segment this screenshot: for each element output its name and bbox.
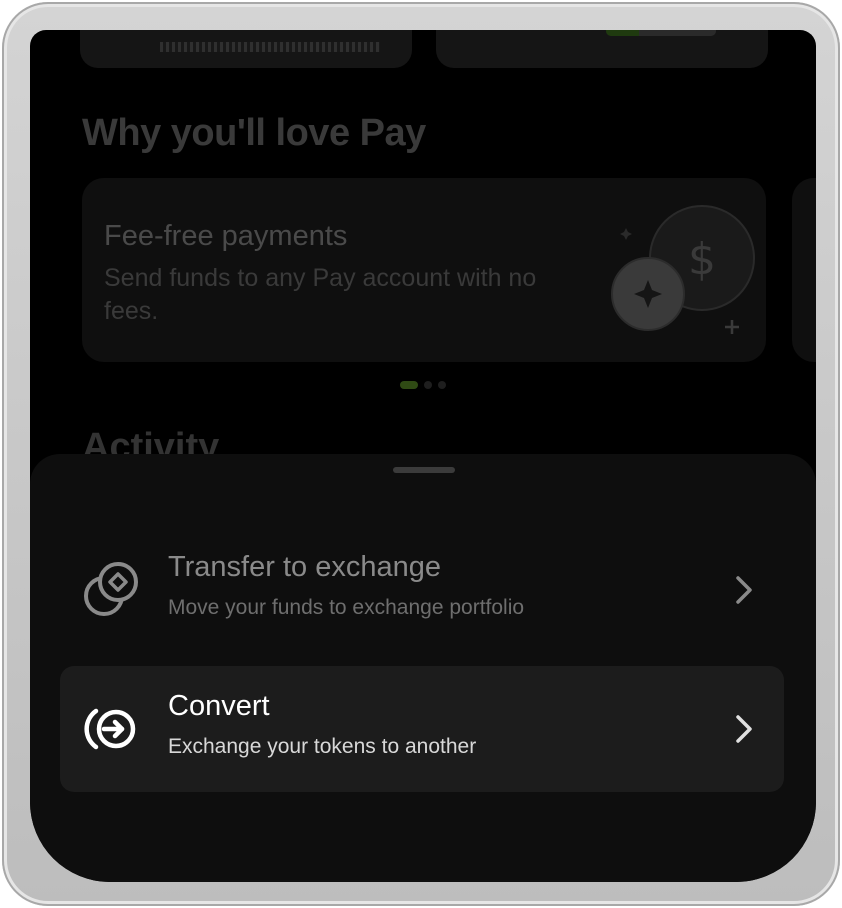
convert-icon <box>84 708 136 750</box>
card-progress-indicator <box>606 30 716 36</box>
option-title: Convert <box>168 690 270 722</box>
chevron-right-icon <box>736 576 752 604</box>
sheet-drag-handle[interactable] <box>393 467 455 473</box>
carousel-pager <box>400 381 446 389</box>
svg-text:$: $ <box>688 234 716 285</box>
coins-illustration-icon: $ <box>611 205 755 334</box>
option-subtitle: Exchange your tokens to another <box>168 735 477 758</box>
option-subtitle: Move your funds to exchange portfolio <box>168 596 525 619</box>
option-title: Transfer to exchange <box>168 551 441 583</box>
device-frame: Why you'll love Pay Fee-free payments Se… <box>2 2 840 906</box>
bottom-sheet: Transfer to exchange Move your funds to … <box>30 454 816 882</box>
pager-dot-active <box>400 381 418 389</box>
pager-dot <box>424 381 432 389</box>
feature-card[interactable]: Fee-free payments Send funds to any Pay … <box>82 178 766 362</box>
top-card-left <box>80 30 412 68</box>
convert-option[interactable]: Convert Exchange your tokens to another <box>60 666 784 792</box>
phone-screen: Why you'll love Pay Fee-free payments Se… <box>30 30 816 882</box>
top-card-right <box>436 30 768 68</box>
section-title: Why you'll love Pay <box>82 112 426 154</box>
feature-title: Fee-free payments <box>104 220 348 252</box>
card-pattern <box>160 42 380 52</box>
chevron-right-icon <box>736 715 752 743</box>
pager-dot <box>438 381 446 389</box>
transfer-coins-icon <box>84 562 138 616</box>
feature-card-next[interactable] <box>792 178 816 362</box>
transfer-to-exchange-option[interactable]: Transfer to exchange Move your funds to … <box>60 527 784 653</box>
feature-description: Send funds to any Pay account with no fe… <box>104 264 537 325</box>
